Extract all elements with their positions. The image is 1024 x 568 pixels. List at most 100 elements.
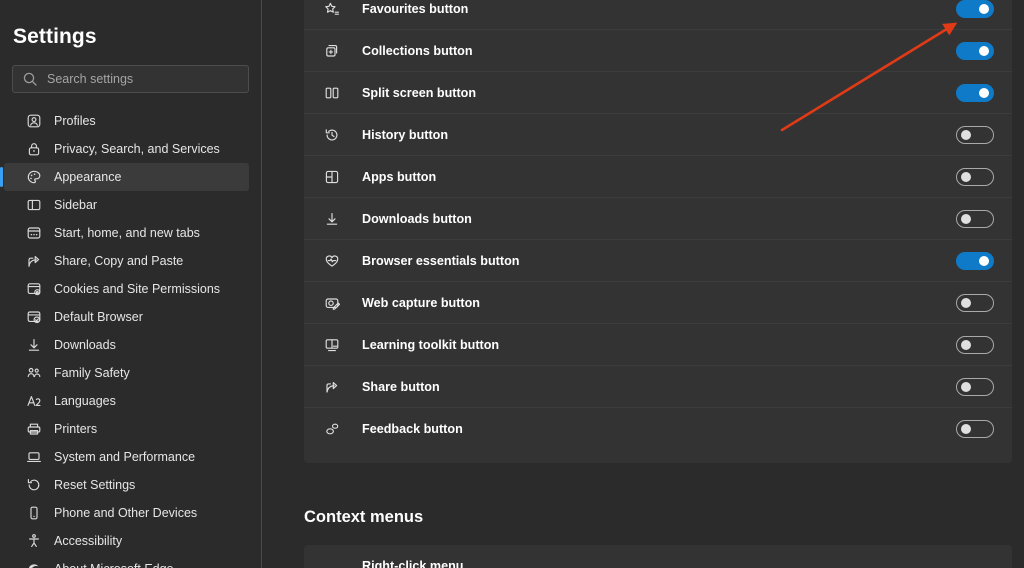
toggle-split-screen-button[interactable]	[956, 83, 994, 102]
learning-toolkit-icon	[324, 337, 340, 353]
sidebar-item-label: Sidebar	[54, 198, 98, 212]
setting-row-label: Share button	[362, 379, 440, 394]
sidebar-item-label: Appearance	[54, 170, 122, 184]
sidebar-item-share-copy-and-paste[interactable]: Share, Copy and Paste	[4, 247, 249, 275]
setting-row-label: Web capture button	[362, 295, 481, 310]
toggle-history-button[interactable]	[956, 125, 994, 144]
favourites-star-icon	[324, 1, 340, 17]
share-box-icon	[324, 379, 340, 395]
download-icon	[26, 337, 42, 353]
sidebar-item-accessibility[interactable]: Accessibility	[4, 527, 249, 555]
setting-row-web-capture-button[interactable]: Web capture button	[304, 282, 1012, 324]
profile-icon	[26, 113, 42, 129]
toggle-knob	[961, 297, 971, 308]
home-page-icon	[26, 225, 42, 241]
settings-nav-list: Profiles Privacy, Search, and Services App…	[0, 107, 261, 568]
setting-row-collections-button[interactable]: Collections button	[304, 30, 1012, 72]
web-capture-icon	[324, 295, 341, 311]
sidebar-item-family-safety[interactable]: Family Safety	[4, 359, 249, 387]
sidebar-item-reset-settings[interactable]: Reset Settings	[4, 471, 249, 499]
toggle-knob	[979, 87, 989, 98]
sidebar-item-downloads[interactable]: Downloads	[4, 331, 249, 359]
sidebar-item-phone-and-other-devices[interactable]: Phone and Other Devices	[4, 499, 249, 527]
history-clock-icon	[324, 127, 340, 143]
sidebar-item-system-and-performance[interactable]: System and Performance	[4, 443, 249, 471]
setting-row-label: Browser essentials button	[362, 253, 520, 268]
sidebar-item-label: Cookies and Site Permissions	[54, 282, 221, 296]
laptop-icon	[26, 449, 42, 465]
toggle-knob	[961, 339, 971, 350]
toggle-knob	[979, 255, 989, 266]
toggle-feedback-button[interactable]	[956, 420, 994, 438]
language-icon	[26, 393, 42, 409]
search-settings-box[interactable]	[12, 65, 249, 93]
sidebar-item-privacy-search-and-services[interactable]: Privacy, Search, and Services	[4, 135, 249, 163]
setting-row-label: Apps button	[362, 169, 437, 184]
settings-page: Settings Profiles Privacy, Search, and Se…	[0, 0, 1024, 568]
sidebar-item-printers[interactable]: Printers	[4, 415, 249, 443]
setting-row-label: Downloads button	[362, 211, 472, 226]
setting-row-label: Learning toolkit button	[362, 337, 500, 352]
settings-main-content: Favourites button Collections button Split…	[262, 0, 1024, 568]
sidebar-item-sidebar[interactable]: Sidebar	[4, 191, 249, 219]
setting-row-history-button[interactable]: History button	[304, 114, 1012, 156]
sidebar-item-default-browser[interactable]: Default Browser	[4, 303, 249, 331]
setting-row-favourites-button[interactable]: Favourites button	[304, 0, 1012, 30]
setting-row-apps-button[interactable]: Apps button	[304, 156, 1012, 198]
split-screen-icon	[324, 85, 340, 101]
accessibility-icon	[26, 533, 42, 549]
toggle-knob	[979, 3, 989, 14]
setting-row-feedback-button[interactable]: Feedback button	[304, 408, 1012, 450]
sidebar-item-languages[interactable]: Languages	[4, 387, 249, 415]
sidebar-item-label: Family Safety	[54, 366, 130, 380]
toggle-web-capture-button[interactable]	[956, 293, 994, 312]
search-input[interactable]	[47, 66, 239, 92]
search-icon	[22, 71, 38, 87]
settings-sidebar: Settings Profiles Privacy, Search, and Se…	[0, 0, 262, 568]
sidebar-item-cookies-and-site-permissions[interactable]: Cookies and Site Permissions	[4, 275, 249, 303]
setting-row-right-click-menu[interactable]: Right-click menu	[304, 545, 1012, 568]
setting-row-label: History button	[362, 127, 449, 142]
sidebar-item-about-microsoft-edge[interactable]: About Microsoft Edge	[4, 555, 249, 568]
toggle-share-button[interactable]	[956, 377, 994, 396]
sidebar-item-label: Phone and Other Devices	[54, 506, 198, 520]
toggle-knob	[961, 381, 971, 392]
sidebar-item-profiles[interactable]: Profiles	[4, 107, 249, 135]
feedback-smiley-icon	[324, 421, 340, 437]
sidebar-item-label: Printers	[54, 422, 98, 436]
toggle-favourites-button[interactable]	[956, 0, 994, 18]
sidebar-item-label: About Microsoft Edge	[54, 562, 174, 568]
toggle-learning-toolkit-button[interactable]	[956, 335, 994, 354]
phone-icon	[26, 505, 42, 521]
toggle-knob	[961, 213, 971, 224]
toggle-knob	[961, 424, 971, 434]
setting-row-label: Right-click menu	[362, 559, 464, 568]
sidebar-icon	[26, 197, 42, 213]
toggle-downloads-button[interactable]	[956, 209, 994, 228]
context-menus-card: Right-click menu	[304, 545, 1012, 568]
setting-row-downloads-button[interactable]: Downloads button	[304, 198, 1012, 240]
heart-pulse-icon	[324, 253, 340, 269]
cookie-settings-icon	[26, 281, 42, 297]
edge-logo-icon	[26, 561, 42, 568]
printer-icon	[26, 421, 42, 437]
setting-row-split-screen-button[interactable]: Split screen button	[304, 72, 1012, 114]
toggle-collections-button[interactable]	[956, 41, 994, 60]
sidebar-item-label: Share, Copy and Paste	[54, 254, 184, 268]
sidebar-item-appearance[interactable]: Appearance	[0, 163, 249, 191]
setting-row-label: Feedback button	[362, 422, 463, 436]
toggle-browser-essentials-button[interactable]	[956, 251, 994, 270]
toggle-knob	[961, 129, 971, 140]
setting-row-label: Collections button	[362, 43, 473, 58]
setting-row-share-button[interactable]: Share button	[304, 366, 1012, 408]
sidebar-item-start-home-and-new-tabs[interactable]: Start, home, and new tabs	[4, 219, 249, 247]
share-icon	[26, 253, 42, 269]
sidebar-item-label: Accessibility	[54, 534, 123, 548]
setting-row-browser-essentials-button[interactable]: Browser essentials button	[304, 240, 1012, 282]
sidebar-item-label: Start, home, and new tabs	[54, 226, 200, 240]
toggle-apps-button[interactable]	[956, 167, 994, 186]
setting-row-learning-toolkit-button[interactable]: Learning toolkit button	[304, 324, 1012, 366]
apps-grid-icon	[324, 169, 340, 185]
reset-icon	[26, 477, 42, 493]
sidebar-item-label: System and Performance	[54, 450, 196, 464]
